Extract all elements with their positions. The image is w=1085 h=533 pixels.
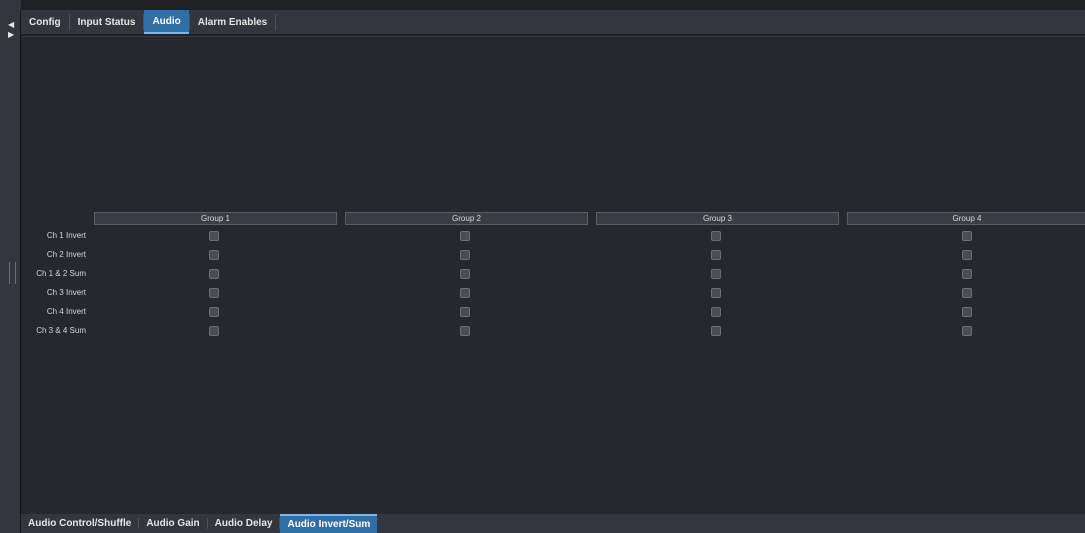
checkbox[interactable] (460, 231, 470, 241)
left-collapse-strip: ◀ ▶ (0, 0, 21, 533)
checkbox[interactable] (460, 288, 470, 298)
checkbox[interactable] (711, 231, 721, 241)
checkbox[interactable] (209, 231, 219, 241)
checkbox[interactable] (209, 307, 219, 317)
checkbox[interactable] (460, 307, 470, 317)
tab-separator (275, 14, 277, 30)
row-label-ch2-invert: Ch 2 Invert (46, 250, 86, 259)
checkbox[interactable] (711, 307, 721, 317)
tab-audio-control-shuffle[interactable]: Audio Control/Shuffle (21, 514, 138, 533)
row-label-ch12-sum: Ch 1 & 2 Sum (36, 269, 86, 278)
arrow-left-icon[interactable]: ◀ (8, 20, 18, 30)
app-window: ◀ ▶ Config Input Status Audio Alarm Enab… (0, 0, 1085, 533)
tab-audio-gain[interactable]: Audio Gain (139, 514, 206, 533)
tab-audio-delay[interactable]: Audio Delay (208, 514, 280, 533)
checkbox[interactable] (711, 269, 721, 279)
drag-handle-icon[interactable] (9, 262, 16, 284)
arrow-right-icon[interactable]: ▶ (8, 30, 18, 40)
checkbox[interactable] (460, 250, 470, 260)
checkbox[interactable] (209, 250, 219, 260)
checkbox[interactable] (460, 326, 470, 336)
checkbox[interactable] (962, 250, 972, 260)
checkbox[interactable] (962, 288, 972, 298)
row-label-ch3-invert: Ch 3 Invert (46, 288, 86, 297)
checkbox[interactable] (962, 326, 972, 336)
checkbox[interactable] (209, 326, 219, 336)
checkbox[interactable] (460, 269, 470, 279)
tab-alarm-enables[interactable]: Alarm Enables (190, 10, 275, 34)
tab-config[interactable]: Config (21, 10, 69, 34)
divider (20, 10, 21, 533)
tab-audio-invert-sum[interactable]: Audio Invert/Sum (280, 514, 378, 533)
audio-invert-sum-panel: Group 1 Group 2 Group 3 Group 4 Ch 1 Inv… (22, 36, 1085, 514)
row-label-ch4-invert: Ch 4 Invert (46, 307, 86, 316)
group-1-header: Group 1 (94, 212, 337, 225)
checkbox[interactable] (209, 269, 219, 279)
top-tab-bar: Config Input Status Audio Alarm Enables (21, 10, 1085, 34)
group-3-header: Group 3 (596, 212, 839, 225)
checkbox[interactable] (962, 269, 972, 279)
checkbox[interactable] (962, 231, 972, 241)
tab-input-status[interactable]: Input Status (70, 10, 144, 34)
row-label-ch34-sum: Ch 3 & 4 Sum (36, 326, 86, 335)
checkbox[interactable] (711, 326, 721, 336)
checkbox[interactable] (962, 307, 972, 317)
checkbox[interactable] (209, 288, 219, 298)
group-4-header: Group 4 (847, 212, 1085, 225)
tab-audio[interactable]: Audio (144, 10, 189, 34)
bottom-tab-bar: Audio Control/Shuffle Audio Gain Audio D… (21, 514, 1085, 533)
checkbox[interactable] (711, 288, 721, 298)
checkbox[interactable] (711, 250, 721, 260)
group-2-header: Group 2 (345, 212, 588, 225)
row-label-ch1-invert: Ch 1 Invert (46, 231, 86, 240)
collapse-toggle-icon[interactable]: ◀ ▶ (8, 20, 18, 40)
